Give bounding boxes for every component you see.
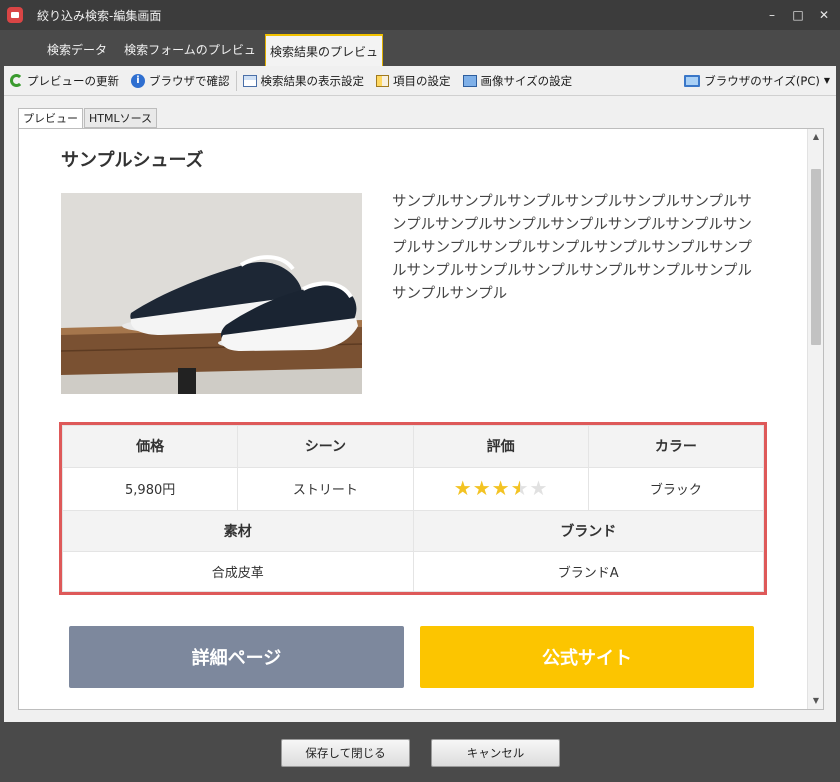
product-image bbox=[61, 193, 362, 394]
detail-page-button[interactable]: 詳細ページ bbox=[69, 626, 404, 688]
tab-search-data[interactable]: 検索データ bbox=[37, 34, 117, 66]
footer-bar: 保存して閉じる キャンセル bbox=[0, 722, 840, 782]
cancel-button[interactable]: キャンセル bbox=[431, 739, 560, 767]
spec-table: 価格 シーン 評価 カラー 5,980円 ストリート ★ ★ ★ ★ ★ ブラック 素材… bbox=[59, 422, 767, 595]
material-value: 合成皮革 bbox=[62, 551, 414, 592]
sub-tabs: プレビュー HTMLソース bbox=[18, 108, 158, 129]
image-icon bbox=[462, 74, 477, 87]
display-settings-label: 検索結果の表示設定 bbox=[260, 73, 365, 88]
product-description: サンプルサンプルサンプルサンプルサンプルサンプルサンプルサンプルサンプルサンプル… bbox=[392, 194, 752, 302]
image-size-button[interactable]: 画像サイズの設定 bbox=[457, 69, 579, 93]
color-label: カラー bbox=[587, 425, 765, 468]
info-icon: i bbox=[131, 73, 145, 88]
close-icon[interactable]: ✕ bbox=[814, 6, 834, 24]
product-title: サンプルシューズ bbox=[61, 150, 204, 171]
official-site-button[interactable]: 公式サイト bbox=[420, 626, 754, 688]
tab-search-form-preview[interactable]: 検索フォームのプレビュー bbox=[123, 34, 257, 89]
star-icon: ★ bbox=[472, 476, 491, 501]
material-label: 素材 bbox=[62, 509, 414, 553]
color-value: ブラック bbox=[587, 466, 765, 511]
save-and-close-button[interactable]: 保存して閉じる bbox=[281, 739, 410, 767]
preview-area: サンプルシューズ サンプルサンプルサンプルサンプルサンプルサンプルサンプルサンプ… bbox=[18, 128, 824, 710]
rating-label: 評価 bbox=[412, 425, 589, 468]
scene-value: ストリート bbox=[237, 466, 414, 511]
minimize-icon[interactable]: – bbox=[762, 6, 782, 24]
window-title: 絞り込み検索-編集画面 bbox=[37, 8, 162, 23]
chevron-down-icon: ▼ bbox=[823, 76, 830, 85]
rating-stars: ★ ★ ★ ★ ★ bbox=[454, 478, 548, 498]
star-icon: ★ bbox=[510, 476, 529, 501]
fields-icon bbox=[376, 74, 389, 87]
scroll-up-icon[interactable]: ▲ bbox=[808, 129, 823, 145]
image-size-label: 画像サイズの設定 bbox=[480, 73, 573, 88]
scroll-thumb[interactable] bbox=[811, 169, 821, 345]
table-icon bbox=[242, 74, 257, 87]
main-tabs: 検索データ 検索フォームのプレビュー 検索結果のプレビュー bbox=[0, 30, 840, 91]
browser-size-label: ブラウザのサイズ(PC) bbox=[704, 73, 820, 88]
display-settings-button[interactable]: 検索結果の表示設定 bbox=[237, 69, 371, 93]
scene-label: シーン bbox=[237, 425, 414, 468]
monitor-icon bbox=[684, 74, 701, 87]
refresh-preview-button[interactable]: プレビューの更新 bbox=[4, 69, 125, 93]
toolbar: プレビューの更新 i ブラウザで確認 検索結果の表示設定 項目の設定 画像サイズ… bbox=[4, 66, 836, 96]
price-label: 価格 bbox=[61, 425, 239, 468]
refresh-icon bbox=[10, 74, 23, 87]
star-icon: ★ bbox=[529, 476, 548, 501]
brand-value: ブランドA bbox=[412, 551, 764, 592]
content-panel: プレビュー HTMLソース サンプルシューズ サンプルサンプルサンプルサンプルサ… bbox=[4, 96, 836, 722]
subtab-preview[interactable]: プレビュー bbox=[18, 108, 83, 129]
field-settings-label: 項目の設定 bbox=[393, 73, 451, 88]
star-icon: ★ bbox=[453, 476, 472, 501]
vertical-scrollbar[interactable]: ▲ ▼ bbox=[807, 129, 823, 709]
price-value: 5,980円 bbox=[61, 466, 239, 511]
refresh-preview-label: プレビューの更新 bbox=[27, 73, 119, 88]
tab-search-result-preview[interactable]: 検索結果のプレビュー bbox=[265, 34, 383, 91]
brand-label: ブランド bbox=[412, 509, 764, 553]
maximize-icon[interactable]: □ bbox=[788, 6, 808, 24]
browser-check-label: ブラウザで確認 bbox=[149, 73, 230, 88]
app-icon bbox=[7, 7, 23, 23]
scroll-down-icon[interactable]: ▼ bbox=[808, 693, 823, 709]
field-settings-button[interactable]: 項目の設定 bbox=[370, 69, 457, 93]
star-icon: ★ bbox=[491, 476, 510, 501]
subtab-html-source[interactable]: HTMLソース bbox=[84, 108, 158, 128]
rating-value: ★ ★ ★ ★ ★ bbox=[412, 466, 589, 511]
title-bar: 絞り込み検索-編集画面 – □ ✕ bbox=[0, 0, 840, 30]
window-controls: – □ ✕ bbox=[762, 6, 834, 24]
browser-check-button[interactable]: i ブラウザで確認 bbox=[125, 69, 236, 93]
browser-size-dropdown[interactable]: ブラウザのサイズ(PC) ▼ bbox=[678, 69, 836, 93]
